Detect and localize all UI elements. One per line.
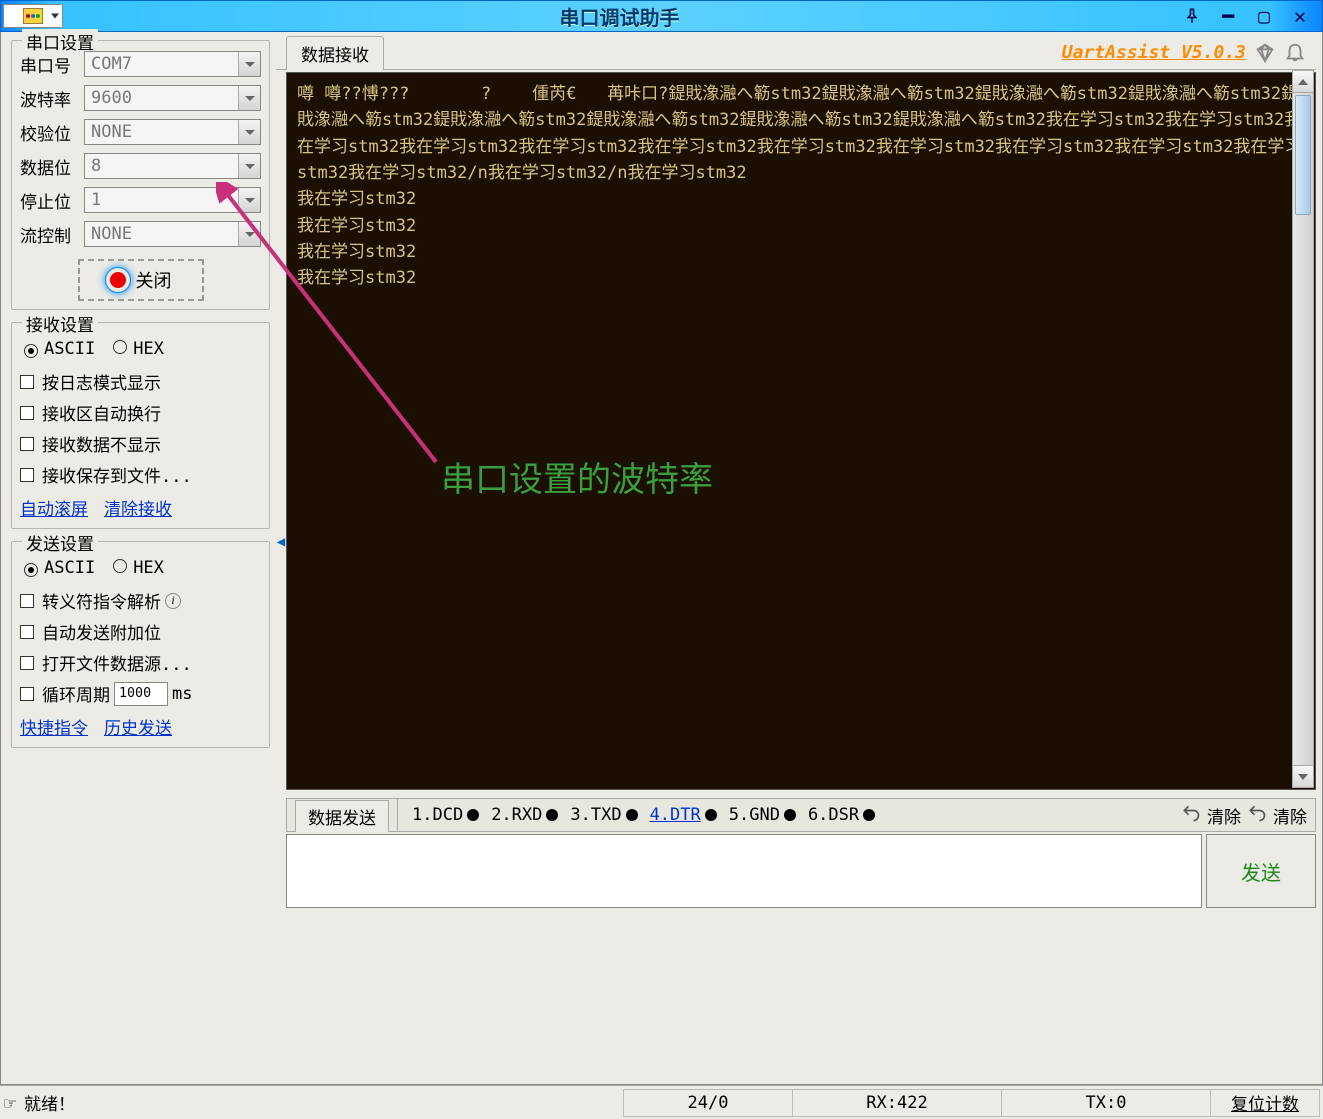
- window-title: 串口调试助手: [65, 2, 1174, 31]
- clear-send2[interactable]: 清除: [1273, 803, 1307, 828]
- tab-header: 数据接收 UartAssist V5.0.3: [276, 38, 1316, 70]
- right-panel: 数据接收 UartAssist V5.0.3 噂 噂??愽??? ? 偅芮€ 苒…: [276, 32, 1322, 1084]
- recv-tab[interactable]: 数据接收: [286, 36, 384, 70]
- status-pos: 24/0: [623, 1089, 793, 1117]
- scroll-up-icon[interactable]: [1293, 71, 1313, 93]
- send-tab[interactable]: 数据发送: [295, 800, 389, 832]
- hide-recv-check[interactable]: 接收数据不显示: [20, 431, 261, 456]
- pin-icon[interactable]: [1174, 4, 1210, 28]
- diamond-icon[interactable]: [1254, 42, 1276, 69]
- auto-extra-check[interactable]: 自动发送附加位: [20, 619, 261, 644]
- baud-label: 波特率: [20, 86, 84, 111]
- port-label: 串口号: [20, 52, 84, 77]
- signal-2rxd[interactable]: 2.RXD: [491, 805, 558, 825]
- titlebar: 串口调试助手 ━ ▢ ✕: [0, 0, 1323, 32]
- save-file-check[interactable]: 接收保存到文件...: [20, 462, 261, 487]
- signal-3txd[interactable]: 3.TXD: [570, 805, 637, 825]
- close-window-button[interactable]: ✕: [1282, 4, 1318, 28]
- status-ready: 就绪！: [24, 1090, 75, 1115]
- undo-icon-2[interactable]: [1247, 803, 1267, 828]
- record-icon: [110, 272, 126, 288]
- brand-label[interactable]: UartAssist V5.0.3: [1062, 42, 1246, 63]
- signal-1dcd[interactable]: 1.DCD: [412, 805, 479, 825]
- data-bits-select[interactable]: 8: [84, 153, 261, 179]
- data-bits-label: 数据位: [20, 154, 84, 179]
- log-mode-check[interactable]: 按日志模式显示: [20, 369, 261, 394]
- recv-hex-radio[interactable]: HEX: [113, 339, 164, 359]
- autoscroll-link[interactable]: 自动滚屏: [20, 495, 88, 520]
- shortcut-link[interactable]: 快捷指令: [20, 714, 88, 739]
- signal-4dtr[interactable]: 4.DTR: [650, 805, 717, 825]
- info-icon[interactable]: i: [165, 593, 181, 609]
- statusbar: ☞ 就绪！ 24/0 RX:422 TX:0 复位计数: [0, 1085, 1323, 1119]
- close-port-button[interactable]: 关闭: [78, 259, 204, 301]
- port-settings-group: 串口设置 串口号COM7 波特率9600 校验位NONE 数据位8 停止位1 流…: [11, 40, 270, 310]
- open-file-check[interactable]: 打开文件数据源...: [20, 650, 261, 675]
- port-select[interactable]: COM7: [84, 51, 261, 77]
- bell-icon[interactable]: [1284, 42, 1306, 69]
- parity-label: 校验位: [20, 120, 84, 145]
- baud-select[interactable]: 9600: [84, 85, 261, 111]
- send-settings-legend: 发送设置: [22, 530, 98, 555]
- scroll-down-icon[interactable]: [1293, 765, 1313, 787]
- send-ascii-radio[interactable]: ASCII: [24, 558, 95, 578]
- console-scrollbar[interactable]: [1292, 70, 1314, 788]
- console-output[interactable]: 噂 噂??愽??? ? 偅芮€ 苒咔口?鍉戝潒瀜へ簕stm32鍉戝潒瀜へ簕stm…: [286, 72, 1316, 790]
- cycle-input[interactable]: [114, 682, 168, 706]
- signal-5gnd[interactable]: 5.GND: [729, 805, 796, 825]
- send-header: 数据发送 1.DCD 2.RXD 3.TXD 4.DTR 5.GND 6.DSR 清除 清…: [286, 798, 1316, 832]
- flow-select[interactable]: NONE: [84, 221, 261, 247]
- maximize-button[interactable]: ▢: [1246, 4, 1282, 28]
- send-textarea[interactable]: [286, 834, 1202, 908]
- parity-select[interactable]: NONE: [84, 119, 261, 145]
- clear-recv-link[interactable]: 清除接收: [104, 495, 172, 520]
- signal-6dsr[interactable]: 6.DSR: [808, 805, 875, 825]
- stop-bits-select[interactable]: 1: [84, 187, 261, 213]
- reset-count-button[interactable]: 复位计数: [1210, 1089, 1320, 1117]
- clear-send1[interactable]: 清除: [1207, 803, 1241, 828]
- send-button[interactable]: 发送: [1206, 834, 1316, 908]
- recv-settings-legend: 接收设置: [22, 311, 98, 336]
- send-settings-group: 发送设置 ASCII HEX 转义符指令解析i 自动发送附加位 打开文件数据源.…: [11, 541, 270, 748]
- hand-icon: ☞: [4, 1091, 16, 1115]
- status-rx: RX:422: [792, 1089, 1002, 1117]
- history-link[interactable]: 历史发送: [104, 714, 172, 739]
- stop-bits-label: 停止位: [20, 188, 84, 213]
- undo-icon[interactable]: [1181, 803, 1201, 828]
- scroll-thumb[interactable]: [1295, 95, 1311, 215]
- flow-label: 流控制: [20, 222, 84, 247]
- auto-wrap-check[interactable]: 接收区自动换行: [20, 400, 261, 425]
- recv-ascii-radio[interactable]: ASCII: [24, 339, 95, 359]
- minimize-button[interactable]: ━: [1210, 4, 1246, 28]
- send-hex-radio[interactable]: HEX: [113, 558, 164, 578]
- cycle-check[interactable]: 循环周期 ms: [20, 681, 261, 706]
- status-tx: TX:0: [1001, 1089, 1211, 1117]
- left-panel: 串口设置 串口号COM7 波特率9600 校验位NONE 数据位8 停止位1 流…: [1, 32, 276, 1084]
- recv-settings-group: 接收设置 ASCII HEX 按日志模式显示 接收区自动换行 接收数据不显示 接…: [11, 322, 270, 529]
- escape-check[interactable]: 转义符指令解析i: [20, 588, 261, 613]
- titlebar-menu-icon[interactable]: [3, 4, 63, 28]
